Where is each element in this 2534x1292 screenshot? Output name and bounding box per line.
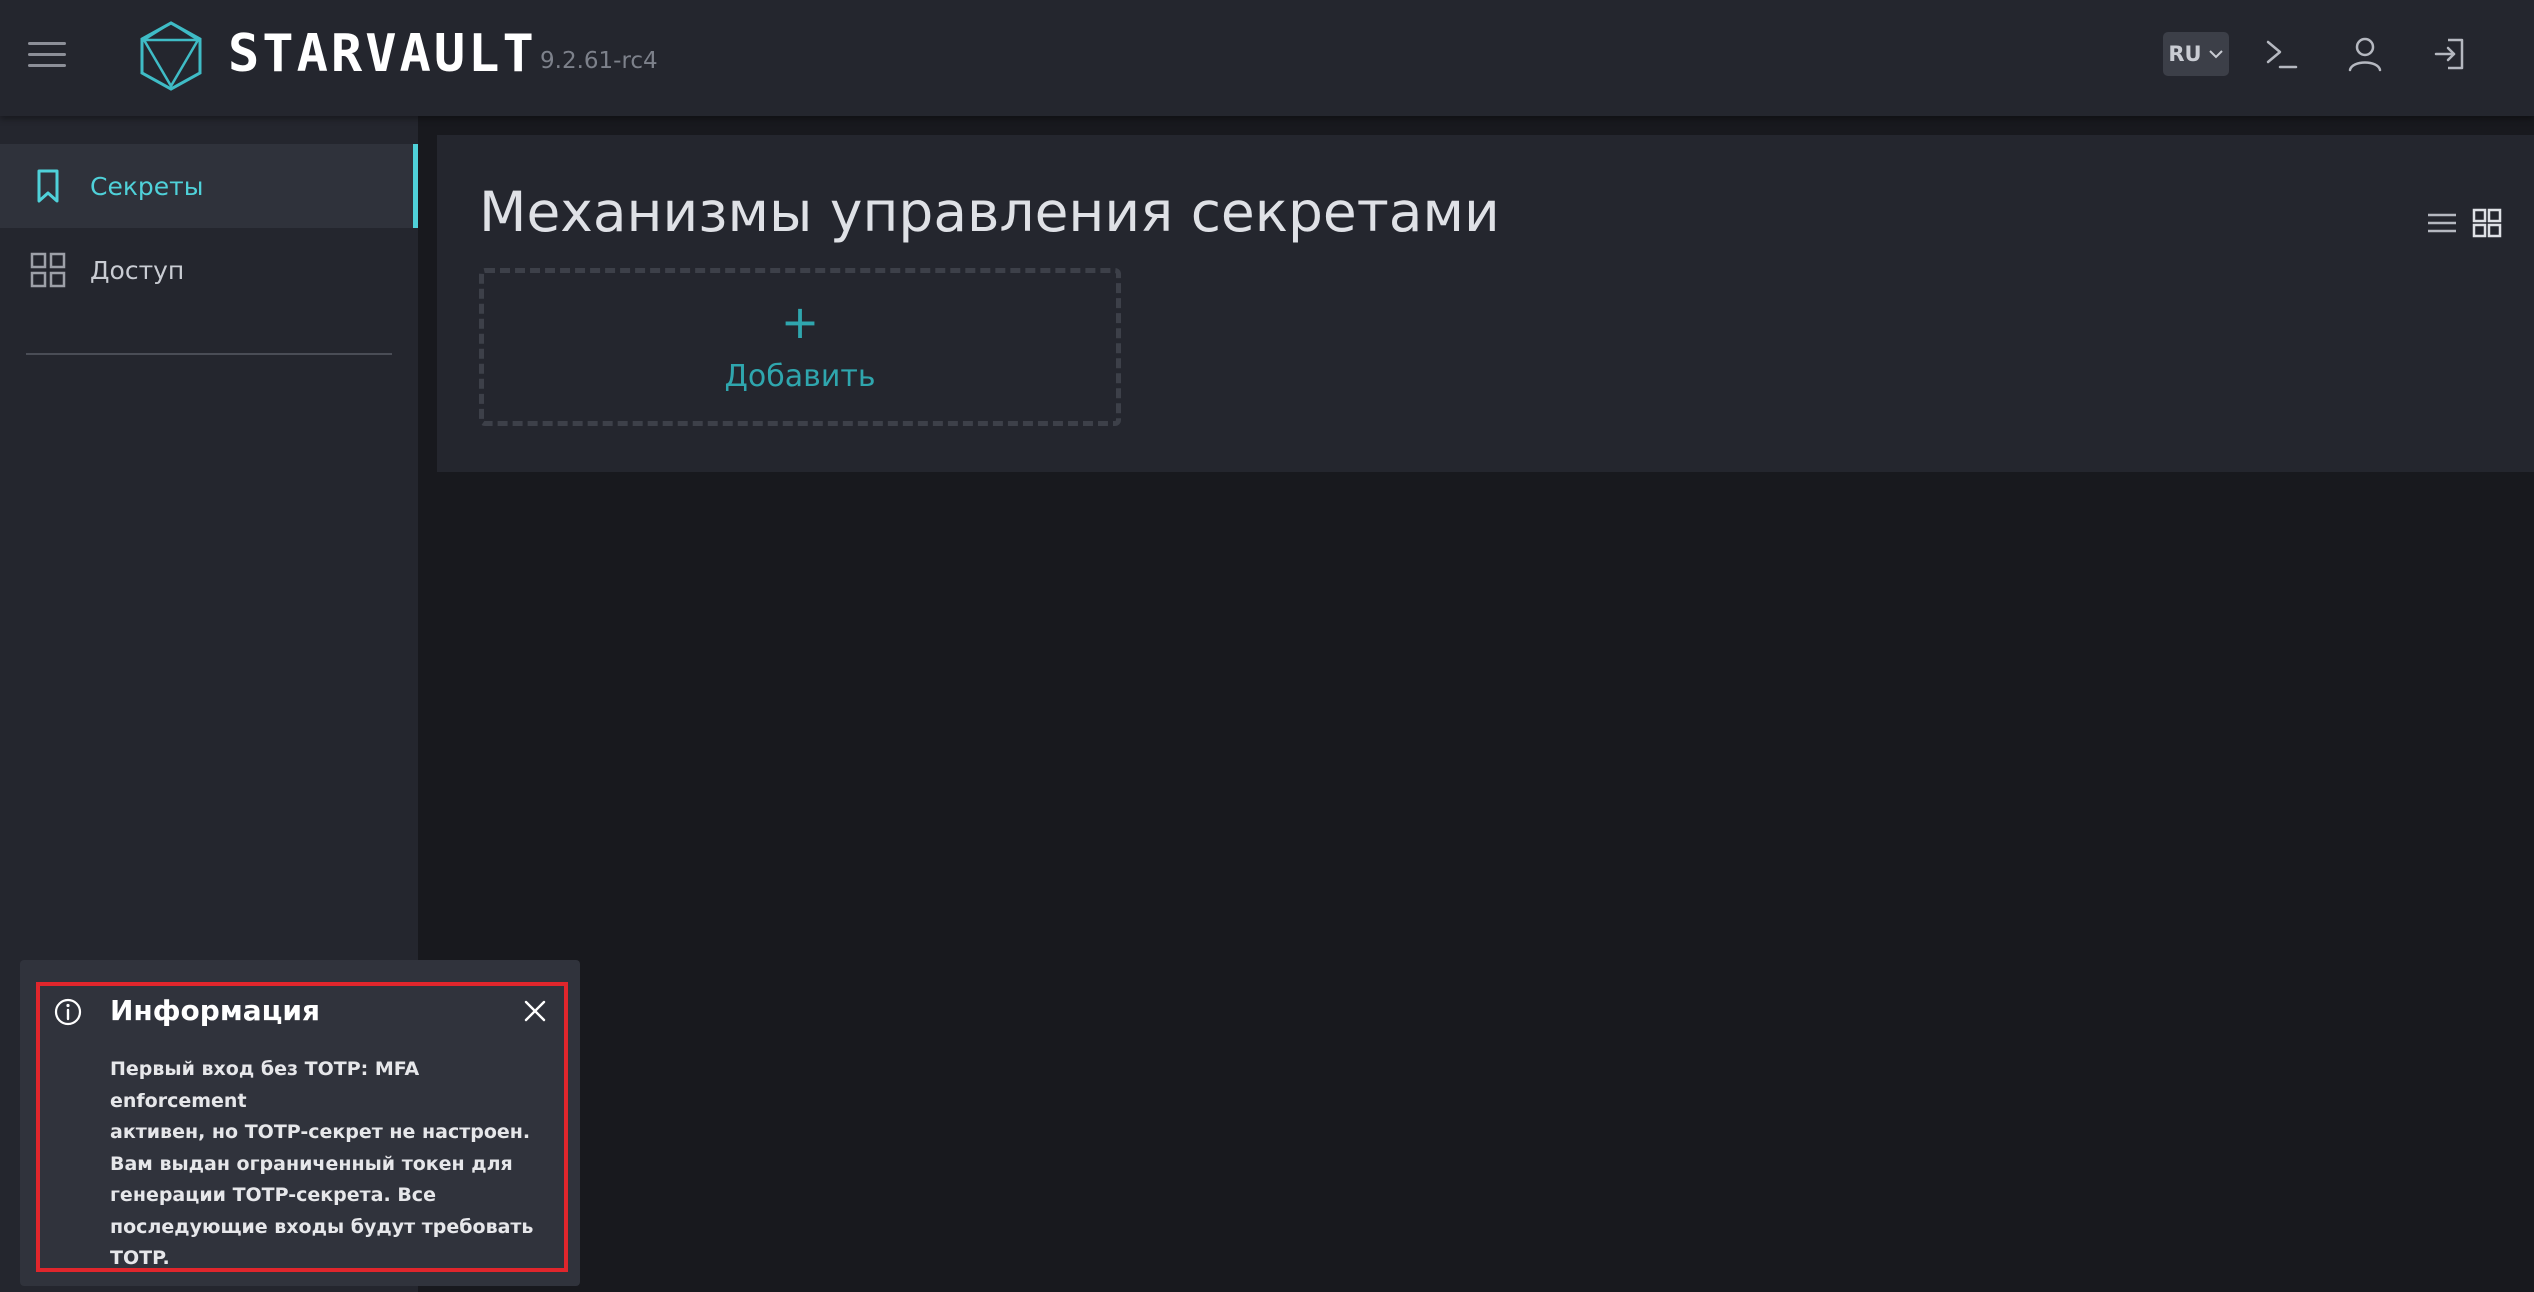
page-title: Механизмы управления секретами (479, 180, 1500, 244)
sidebar-divider (26, 353, 392, 355)
language-value: RU (2168, 42, 2202, 66)
chevron-down-icon (2208, 50, 2223, 59)
user-icon[interactable] (2345, 34, 2385, 74)
add-engine-button[interactable]: + Добавить (479, 268, 1121, 426)
menu-icon[interactable] (28, 40, 68, 70)
starvault-logo-icon[interactable] (138, 20, 204, 92)
plus-icon: + (780, 295, 820, 349)
info-toast: Информация Первый вход без TOTP: MFA enf… (20, 960, 580, 1286)
close-icon[interactable] (520, 996, 550, 1026)
toast-line: Вам выдан ограниченный токен для (110, 1152, 513, 1175)
list-view-icon[interactable] (2426, 207, 2458, 239)
sidebar-item-label: Секреты (90, 171, 204, 201)
logout-icon[interactable] (2430, 34, 2470, 74)
secrets-engines-panel: Механизмы управления секретами + Добавит… (437, 135, 2534, 472)
bookmark-icon (37, 169, 59, 203)
terminal-icon[interactable] (2262, 34, 2302, 74)
info-icon (54, 998, 82, 1026)
sidebar-item-secrets[interactable]: Секреты (0, 144, 418, 228)
version-label: 9.2.61-rc4 (540, 48, 658, 74)
toast-line: Первый вход без TOTP: MFA enforcement (110, 1058, 420, 1112)
top-header: STARVAULT 9.2.61-rc4 RU (0, 0, 2534, 116)
brand-name: STARVAULT (228, 24, 537, 84)
toast-line: генерации TOTP-секрета. Все (110, 1184, 436, 1206)
toast-line: активен, но TOTP-секрет не настроен. (110, 1121, 531, 1143)
toast-line: TOTP. (110, 1247, 170, 1269)
grid-icon (30, 252, 66, 288)
sidebar-item-access[interactable]: Доступ (0, 228, 418, 312)
toast-message: Первый вход без TOTP: MFA enforcement ак… (110, 1054, 540, 1275)
sidebar-item-label: Доступ (90, 255, 185, 285)
toast-line: последующие входы будут требовать (110, 1215, 534, 1238)
toast-title: Информация (110, 994, 320, 1027)
grid-view-icon[interactable] (2471, 207, 2503, 239)
language-select[interactable]: RU (2163, 32, 2229, 76)
add-engine-label: Добавить (724, 359, 876, 394)
